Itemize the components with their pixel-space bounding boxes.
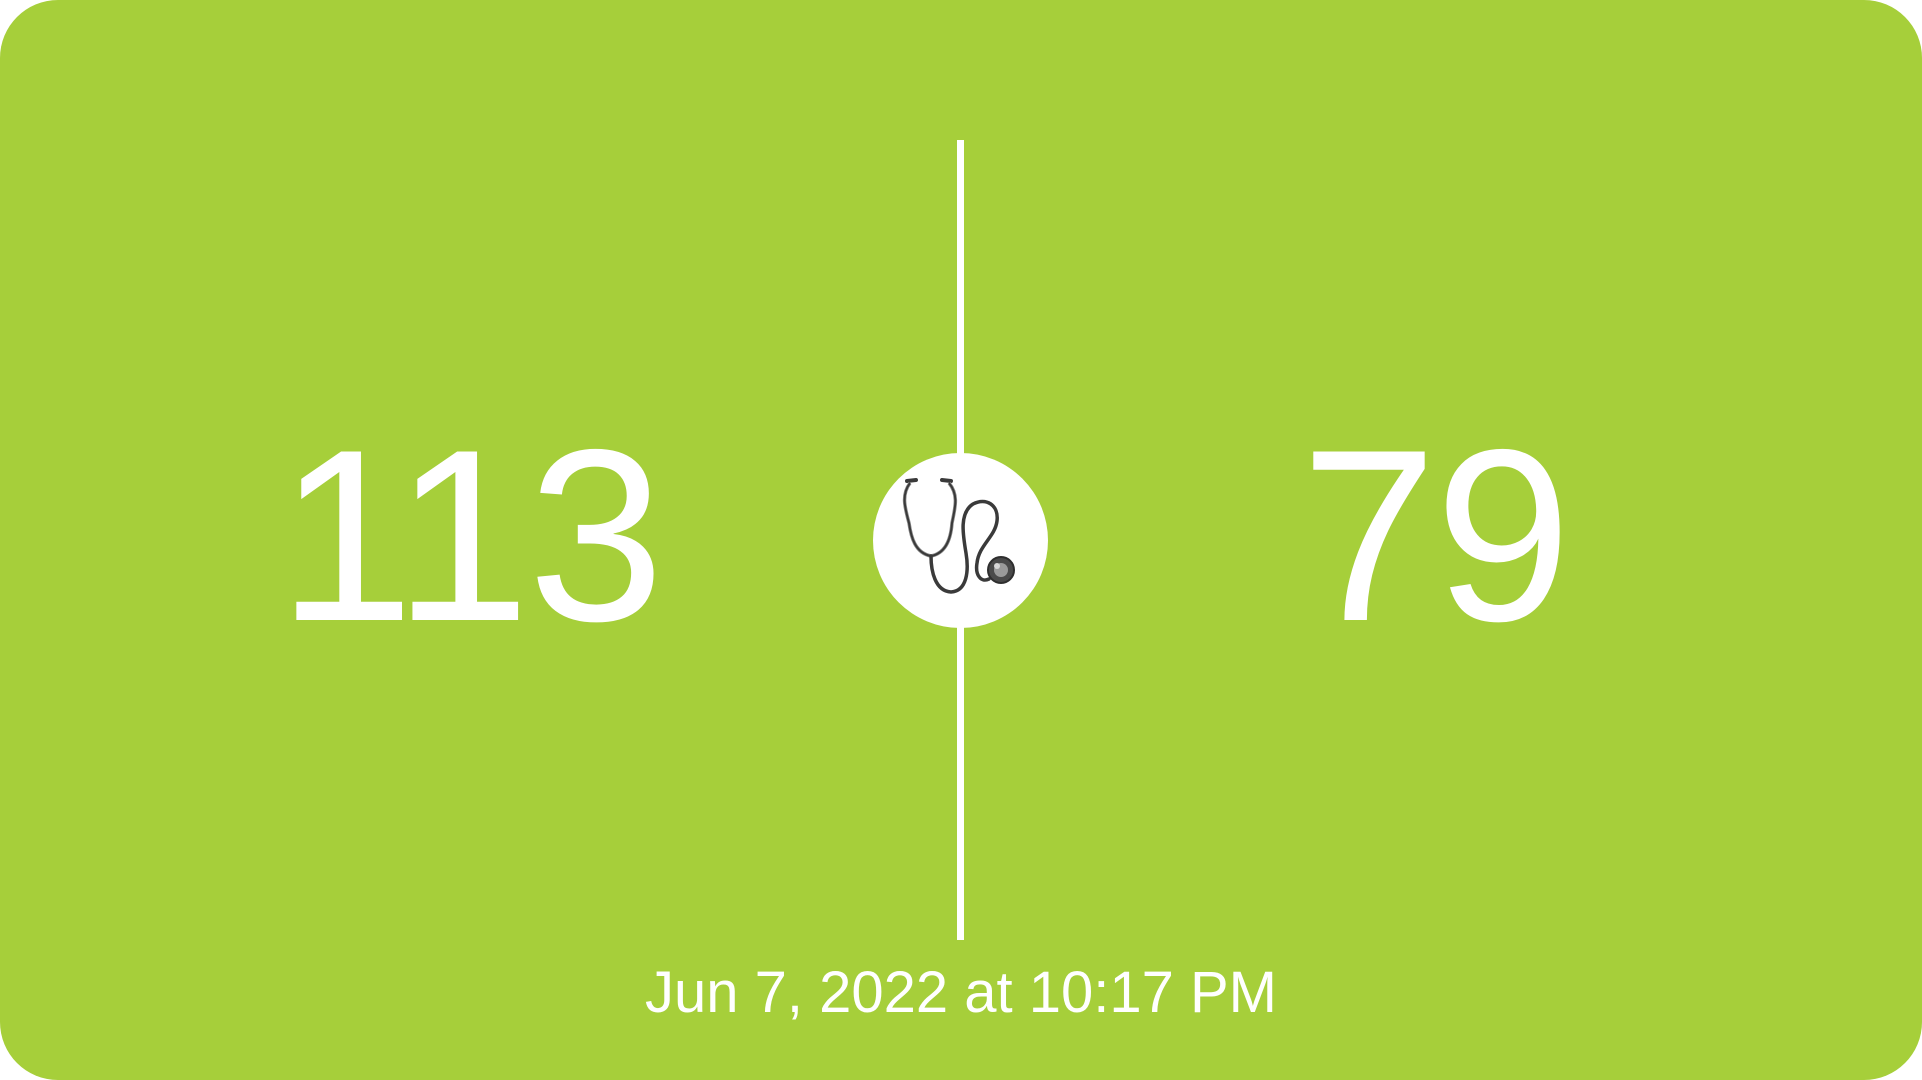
- diastolic-value: 79: [1300, 398, 1572, 672]
- stethoscope-icon: [902, 478, 1015, 594]
- reading-timestamp: Jun 7, 2022 at 10:17 PM: [645, 960, 1277, 1025]
- blood-pressure-card[interactable]: 113 79 Jun 7, 2022 at 10:17 PM: [0, 0, 1922, 1080]
- systolic-value: 113: [277, 398, 665, 672]
- stethoscope-badge: [873, 453, 1048, 628]
